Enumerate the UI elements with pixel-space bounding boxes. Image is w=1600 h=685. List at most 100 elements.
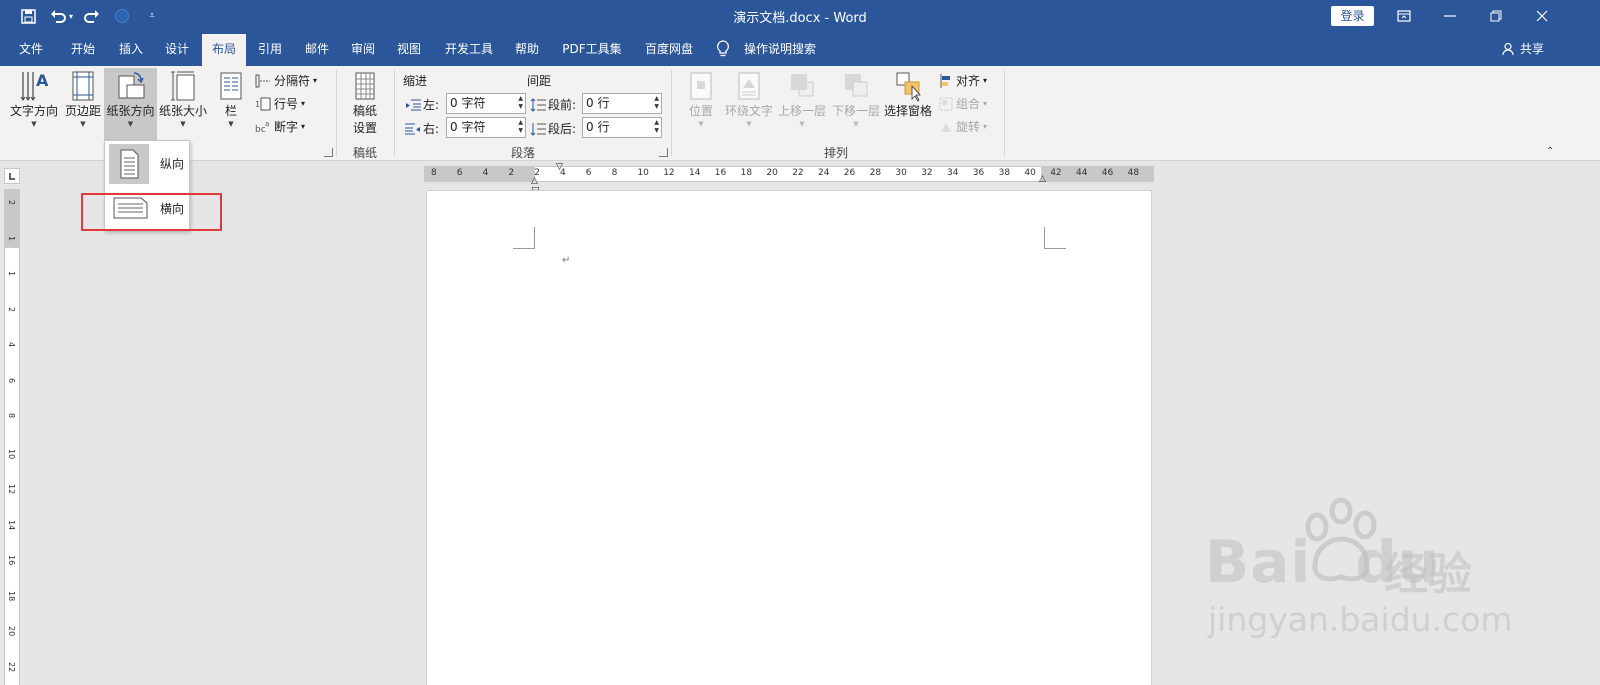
ruler-tick-label: 20 bbox=[7, 626, 16, 637]
collapse-ribbon-icon[interactable]: ⌃ bbox=[1546, 146, 1554, 157]
ruler-tick-label: 2 bbox=[7, 306, 16, 312]
group-divider bbox=[671, 70, 672, 156]
ruler-tick-label: 30 bbox=[895, 168, 907, 178]
ruler-tick-label: 24 bbox=[818, 168, 830, 178]
tab-stop-selector-icon[interactable] bbox=[4, 168, 20, 184]
ruler-tick-label: 36 bbox=[972, 168, 985, 178]
paragraph-launcher-icon[interactable] bbox=[659, 148, 668, 157]
ruler-tick-label: 34 bbox=[947, 168, 959, 178]
orientation-button[interactable]: 纸张方向 ▼ bbox=[104, 68, 157, 140]
share-button[interactable]: 共享 bbox=[1520, 32, 1544, 66]
text-direction-button[interactable]: A 文字方向 ▼ bbox=[6, 70, 62, 129]
size-button[interactable]: 纸张大小 ▼ bbox=[157, 70, 209, 129]
share-person-icon[interactable] bbox=[1502, 42, 1516, 59]
right-indent-marker-icon[interactable]: △ bbox=[1039, 174, 1046, 184]
ruler-tick-label: 1 bbox=[7, 235, 16, 241]
tab-insert[interactable]: 插入 bbox=[108, 32, 154, 66]
chevron-down-icon: ▼ bbox=[228, 120, 234, 128]
minimize-icon[interactable] bbox=[1427, 0, 1473, 32]
spacing-after-input[interactable]: 0 行 ▲ ▼ bbox=[582, 117, 662, 138]
ruler-tick-label: 14 bbox=[7, 519, 16, 530]
bring-forward-button[interactable]: 上移一层 ▼ bbox=[776, 70, 828, 129]
restore-icon[interactable] bbox=[1473, 0, 1519, 32]
margin-corner-mark bbox=[1044, 227, 1066, 249]
horizontal-ruler[interactable]: 8 6 4 2 2 4 6 8 10 12 14 16 18 20 22 24 26 28 30 32 34 36 38 40… bbox=[424, 162, 1154, 194]
chevron-down-icon: ▼ bbox=[799, 120, 805, 128]
arrange-group-label: 排列 bbox=[823, 146, 848, 160]
spacing-before-input[interactable]: 0 行 ▲ ▼ bbox=[582, 93, 662, 114]
align-button[interactable]: 对齐 ▾ bbox=[939, 72, 987, 89]
ruler-tick-label: 44 bbox=[1076, 168, 1088, 178]
ruler-tick-label: 6 bbox=[7, 377, 16, 383]
ruler-tick-label: 48 bbox=[1127, 168, 1140, 178]
group-divider bbox=[336, 70, 337, 156]
page-setup-launcher-icon[interactable] bbox=[324, 148, 333, 157]
indent-left-label: 左: bbox=[405, 96, 439, 113]
tab-developer[interactable]: 开发工具 bbox=[438, 32, 500, 66]
ruler-tick-label: 40 bbox=[1024, 168, 1036, 178]
spinner-arrows-icon[interactable]: ▲ ▼ bbox=[654, 119, 659, 135]
login-button[interactable]: 登录 bbox=[1331, 6, 1374, 26]
manuscript-icon bbox=[350, 70, 380, 102]
spinner-arrows-icon[interactable]: ▲ ▼ bbox=[654, 95, 659, 111]
title-bar: ▾ ⩡ 演示文档.docx - Word 登录 bbox=[0, 0, 1600, 32]
rotate-button[interactable]: 旋转 ▾ bbox=[939, 118, 987, 135]
chevron-down-icon: ▼ bbox=[127, 120, 134, 128]
manuscript-group-label: 稿纸 bbox=[352, 146, 377, 160]
tab-pdf-tools[interactable]: PDF工具集 bbox=[556, 32, 628, 66]
ruler-tick-label: 2 bbox=[7, 200, 16, 206]
watermark-url: jingyan.baidu.com bbox=[1208, 600, 1513, 639]
tab-layout[interactable]: 布局 bbox=[202, 34, 246, 66]
vertical-ruler[interactable]: 2 1 1 2 4 6 8 10 12 14 16 18 20 22 bbox=[4, 189, 20, 685]
wrap-text-button[interactable]: 环绕文字 ▼ bbox=[722, 70, 776, 129]
ruler-tick-label: 16 bbox=[7, 555, 16, 566]
tab-references[interactable]: 引用 bbox=[248, 32, 292, 66]
spacing-before-label: 段前: bbox=[530, 96, 576, 113]
spinner-arrows-icon[interactable]: ▲ ▼ bbox=[518, 119, 523, 135]
spinner-arrows-icon[interactable]: ▲ ▼ bbox=[518, 95, 523, 111]
group-objects-button[interactable]: 组合 ▾ bbox=[939, 95, 987, 112]
group-icon bbox=[939, 97, 953, 110]
margins-button[interactable]: 页边距 ▼ bbox=[62, 70, 104, 129]
chevron-down-icon: ▼ bbox=[746, 120, 752, 128]
align-icon bbox=[940, 73, 950, 88]
send-backward-button[interactable]: 下移一层 ▼ bbox=[830, 70, 882, 129]
selection-pane-button[interactable]: 选择窗格 bbox=[882, 70, 934, 119]
text-direction-icon: A bbox=[19, 70, 49, 102]
tab-home[interactable]: 开始 bbox=[60, 32, 106, 66]
ribbon: A 文字方向 ▼ 页边距 ▼ 纸张方向 ▼ 纸张大小 ▼ 栏 ▼ 分隔符 ▾ 1… bbox=[0, 66, 1600, 161]
close-icon[interactable] bbox=[1519, 0, 1565, 32]
columns-button[interactable]: 栏 ▼ bbox=[213, 70, 249, 129]
orientation-portrait-item[interactable]: 纵向 bbox=[107, 143, 189, 184]
line-numbers-button[interactable]: 1 行号 ▾ bbox=[255, 95, 305, 112]
breaks-button[interactable]: 分隔符 ▾ bbox=[255, 72, 317, 89]
tab-view[interactable]: 视图 bbox=[386, 32, 432, 66]
ribbon-display-options-icon[interactable] bbox=[1381, 0, 1427, 32]
position-button[interactable]: 位置 ▼ bbox=[682, 70, 720, 129]
chevron-down-icon: ▼ bbox=[31, 120, 37, 128]
ruler-tick-label: 12 bbox=[7, 484, 16, 495]
position-icon bbox=[686, 70, 716, 102]
ruler-tick-label: 6 bbox=[456, 168, 463, 178]
first-line-indent-marker-icon[interactable]: ▽ bbox=[556, 162, 563, 172]
indent-left-input[interactable]: 0 字符 ▲ ▼ bbox=[446, 93, 526, 114]
lightbulb-icon bbox=[716, 40, 730, 61]
tab-help[interactable]: 帮助 bbox=[506, 32, 548, 66]
spacing-before-icon bbox=[530, 97, 546, 112]
ruler-tick-label: 8 bbox=[431, 168, 437, 178]
tab-design[interactable]: 设计 bbox=[154, 32, 200, 66]
tab-mailings[interactable]: 邮件 bbox=[294, 32, 340, 66]
ruler-tick-label: 20 bbox=[766, 168, 778, 178]
indent-right-input[interactable]: 0 字符 ▲ ▼ bbox=[446, 117, 526, 138]
tab-baidu-netdisk[interactable]: 百度网盘 bbox=[636, 32, 702, 66]
hyphenation-button[interactable]: bc a 断字 ▾ bbox=[255, 118, 305, 135]
ruler-tick-label: 6 bbox=[585, 168, 592, 178]
tab-file[interactable]: 文件 bbox=[8, 32, 54, 66]
manuscript-settings-button[interactable]: 稿纸 设置 bbox=[344, 70, 386, 136]
ruler-tick-label: 46 bbox=[1101, 168, 1114, 178]
ribbon-tabs: 文件 开始 插入 设计 布局 引用 邮件 审阅 视图 开发工具 帮助 PDF工具… bbox=[0, 32, 1600, 66]
document-page[interactable]: ↵ bbox=[426, 190, 1152, 685]
svg-text:1: 1 bbox=[255, 100, 260, 109]
tab-review[interactable]: 审阅 bbox=[340, 32, 386, 66]
tell-me-search[interactable]: 操作说明搜索 bbox=[744, 32, 816, 66]
